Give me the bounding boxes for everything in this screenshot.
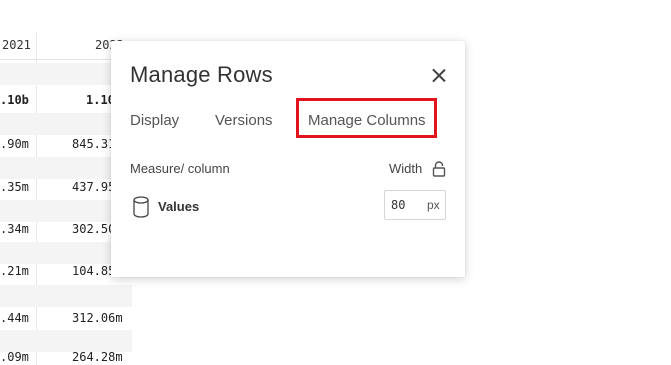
width-field[interactable]: px — [384, 190, 446, 220]
table-cell: 312.06m — [72, 311, 123, 325]
row-spacer — [0, 285, 132, 307]
tab-highlight-box — [296, 98, 437, 138]
measure-column-label: Measure/ column — [130, 161, 230, 176]
close-icon[interactable] — [428, 65, 450, 87]
measure-name: Values — [158, 199, 200, 214]
width-input[interactable] — [391, 195, 421, 215]
table-cell: .09m — [0, 350, 29, 364]
width-label: Width — [389, 161, 423, 176]
table-cell: .44m — [0, 311, 29, 325]
lock-icon[interactable] — [432, 161, 446, 177]
row-spacer — [0, 330, 132, 352]
manage-rows-dialog: Manage Rows Display Versions Manage Colu… — [111, 41, 465, 277]
table-cell: .34m — [0, 222, 29, 236]
dialog-title: Manage Rows — [130, 62, 273, 87]
tab-versions[interactable]: Versions — [215, 112, 273, 129]
table-cell: .10b — [0, 93, 29, 107]
table-cell: 264.28m — [72, 350, 123, 364]
database-icon — [133, 196, 149, 218]
table-cell: .35m — [0, 180, 29, 194]
table-cell: .90m — [0, 137, 29, 151]
tab-display[interactable]: Display — [130, 112, 179, 129]
width-unit: px — [427, 198, 440, 212]
table-cell: .21m — [0, 264, 29, 278]
